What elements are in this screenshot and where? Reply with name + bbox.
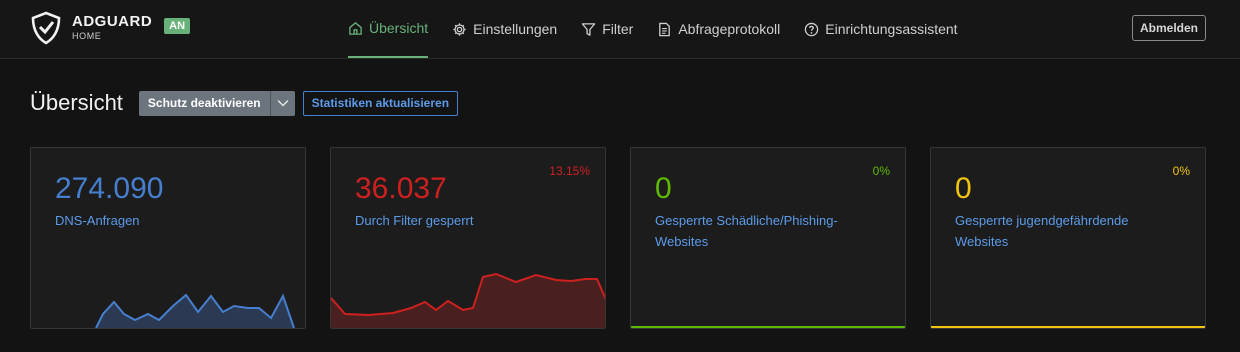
card-dns-queries: 274.090 DNS-Anfragen <box>30 147 306 329</box>
logout-button[interactable]: Abmelden <box>1131 15 1206 41</box>
shield-check-icon <box>31 11 61 45</box>
page-header: Übersicht Schutz deaktivieren Statistike… <box>30 90 459 116</box>
disable-protection-button[interactable]: Schutz deaktivieren <box>138 90 270 116</box>
nav-item-setup-guide[interactable]: Einrichtungsassistent <box>804 0 958 58</box>
page-title: Übersicht <box>30 90 123 115</box>
top-navbar: ADGUARD HOME AN Übersicht Einstellungen <box>0 0 1240 59</box>
nav-item-label: Übersicht <box>369 20 429 36</box>
logo[interactable]: ADGUARD HOME AN <box>30 11 191 45</box>
stats-cards: 274.090 DNS-Anfragen 13.15% 36.037 Durch… <box>30 147 1206 329</box>
status-badge: AN <box>164 18 191 34</box>
malware-percent: 0% <box>872 164 890 178</box>
nav-item-query-log[interactable]: Abfrageprotokoll <box>657 0 780 58</box>
nav-item-settings[interactable]: Einstellungen <box>452 0 557 58</box>
dns-queries-sparkline <box>95 293 295 328</box>
protection-dropdown-toggle[interactable] <box>269 90 295 116</box>
chevron-down-icon <box>277 99 289 107</box>
card-blocked-malware-phishing: 0% 0 Gesperrte Schädliche/Phishing-Websi… <box>630 147 906 329</box>
protection-split-button: Schutz deaktivieren <box>138 90 295 116</box>
blocked-value: 36.037 <box>355 172 447 205</box>
home-icon <box>349 21 362 35</box>
document-icon <box>659 22 671 36</box>
nav-item-label: Einrichtungsassistent <box>825 21 958 37</box>
nav-item-label: Einstellungen <box>473 21 558 37</box>
brand: ADGUARD HOME <box>72 14 152 41</box>
card-blocked-by-filters: 13.15% 36.037 Durch Filter gesperrt <box>330 147 606 329</box>
nav-item-filters[interactable]: Filter <box>581 0 633 58</box>
help-circle-icon <box>805 22 819 36</box>
dns-queries-label[interactable]: DNS-Anfragen <box>55 210 265 231</box>
malware-label[interactable]: Gesperrte Schädliche/Phishing-Websites <box>655 210 865 252</box>
adult-label[interactable]: Gesperrte jugendgefährdende Websites <box>955 210 1165 252</box>
adult-sparkline <box>931 326 1205 328</box>
malware-sparkline <box>631 326 905 328</box>
malware-value: 0 <box>655 172 672 205</box>
filter-icon <box>581 22 596 36</box>
nav-item-overview[interactable]: Übersicht <box>348 0 429 58</box>
brand-name: ADGUARD <box>72 13 153 30</box>
main-nav: Übersicht Einstellungen Filter Abfragepr… <box>348 0 982 58</box>
refresh-statistics-button[interactable]: Statistiken aktualisieren <box>302 90 459 116</box>
dns-queries-value: 274.090 <box>55 172 164 205</box>
gear-icon <box>453 22 466 36</box>
blocked-label[interactable]: Durch Filter gesperrt <box>355 210 565 231</box>
brand-subtitle: HOME <box>72 31 102 41</box>
card-blocked-adult-websites: 0% 0 Gesperrte jugendgefährdende Website… <box>930 147 1206 329</box>
blocked-sparkline <box>331 272 605 328</box>
blocked-percent: 13.15% <box>549 164 590 178</box>
nav-item-label: Filter <box>602 21 634 37</box>
adult-value: 0 <box>955 172 972 205</box>
nav-item-label: Abfrageprotokoll <box>678 21 781 37</box>
adult-percent: 0% <box>1172 164 1190 178</box>
